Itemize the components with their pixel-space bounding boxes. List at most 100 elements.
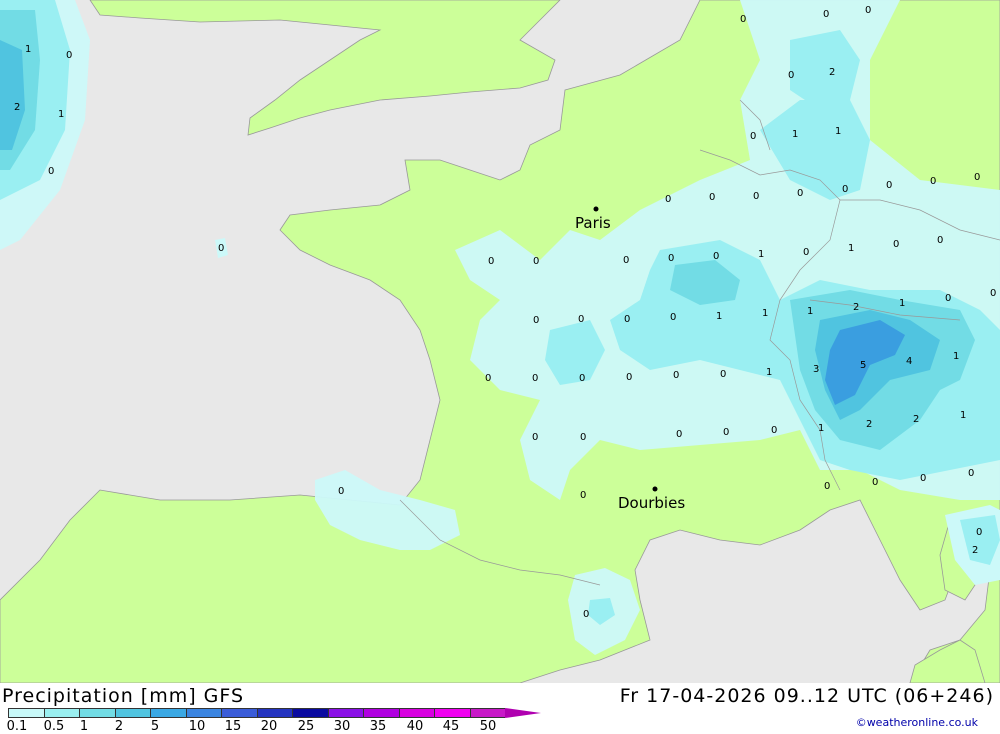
value-label: 1 bbox=[762, 308, 768, 319]
value-label: 0 bbox=[533, 315, 539, 326]
city-marker bbox=[652, 486, 658, 492]
value-label: 1 bbox=[960, 410, 966, 421]
value-label: 2 bbox=[853, 302, 859, 313]
value-label: 1 bbox=[848, 243, 854, 254]
scale-tick: 2 bbox=[114, 719, 124, 734]
value-label: 0 bbox=[709, 192, 715, 203]
value-label: 0 bbox=[920, 473, 926, 484]
value-label: 0 bbox=[580, 432, 586, 443]
value-label: 0 bbox=[823, 9, 829, 20]
value-label: 0 bbox=[676, 429, 682, 440]
value-label: 1 bbox=[807, 306, 813, 317]
scale-cell bbox=[363, 708, 399, 718]
scale-cell bbox=[79, 708, 115, 718]
value-label: 0 bbox=[788, 70, 794, 81]
value-label: 1 bbox=[58, 109, 64, 120]
value-label: 0 bbox=[578, 314, 584, 325]
value-label: 0 bbox=[580, 490, 586, 501]
city-marker bbox=[593, 206, 599, 212]
value-label: 2 bbox=[913, 414, 919, 425]
value-label: 2 bbox=[972, 545, 978, 556]
value-label: 1 bbox=[899, 298, 905, 309]
value-label: 0 bbox=[976, 527, 982, 538]
value-label: 0 bbox=[937, 235, 943, 246]
scale-tick: 40 bbox=[406, 719, 424, 734]
value-label: 0 bbox=[803, 247, 809, 258]
value-label: 0 bbox=[533, 256, 539, 267]
value-label: 0 bbox=[824, 481, 830, 492]
value-label: 0 bbox=[974, 172, 980, 183]
value-label: 0 bbox=[218, 243, 224, 254]
value-label: 0 bbox=[990, 288, 996, 299]
value-label: 0 bbox=[66, 50, 72, 61]
value-label: 0 bbox=[665, 194, 671, 205]
value-label: 0 bbox=[583, 609, 589, 620]
city-label: Paris bbox=[575, 214, 611, 232]
value-label: 0 bbox=[713, 251, 719, 262]
value-label: 0 bbox=[750, 131, 756, 142]
scale-cell bbox=[150, 708, 186, 718]
scale-cell bbox=[327, 708, 363, 718]
scale-tick: 45 bbox=[442, 719, 460, 734]
scale-cell bbox=[114, 708, 150, 718]
value-label: 1 bbox=[766, 367, 772, 378]
value-label: 0 bbox=[668, 253, 674, 264]
value-label: 0 bbox=[338, 486, 344, 497]
legend-title: Precipitation [mm] GFS bbox=[2, 685, 245, 707]
scale-tick: 5 bbox=[150, 719, 160, 734]
value-label: 0 bbox=[626, 372, 632, 383]
value-label: 0 bbox=[842, 184, 848, 195]
value-label: 1 bbox=[792, 129, 798, 140]
value-label: 2 bbox=[866, 419, 872, 430]
value-label: 1 bbox=[953, 351, 959, 362]
value-label: 0 bbox=[945, 293, 951, 304]
scale-tick: 50 bbox=[479, 719, 497, 734]
scale-cell bbox=[398, 708, 434, 718]
scale-ticks: 0.1 0.5 1 2 5 10 15 20 25 30 35 40 45 50 bbox=[0, 719, 520, 734]
value-label: 5 bbox=[860, 360, 866, 371]
legend: Precipitation [mm] GFS Fr 17-04-2026 09.… bbox=[0, 683, 1000, 734]
value-label: 0 bbox=[886, 180, 892, 191]
value-label: 0 bbox=[968, 468, 974, 479]
value-label: 1 bbox=[835, 126, 841, 137]
value-label: 1 bbox=[818, 423, 824, 434]
scale-tick: 35 bbox=[369, 719, 387, 734]
value-label: 2 bbox=[14, 102, 20, 113]
value-label: 1 bbox=[25, 44, 31, 55]
value-label: 1 bbox=[758, 249, 764, 260]
value-label: 0 bbox=[670, 312, 676, 323]
scale-tick: 30 bbox=[333, 719, 351, 734]
scale-tick: 1 bbox=[79, 719, 89, 734]
precipitation-map: Paris Dourbies 0 1 2 1 0 0 0 2 0 1 1 0 0… bbox=[0, 0, 1000, 683]
value-label: 0 bbox=[485, 373, 491, 384]
credit-link[interactable]: ©weatheronline.co.uk bbox=[856, 716, 978, 729]
value-label: 0 bbox=[720, 369, 726, 380]
scale-cell bbox=[43, 708, 79, 718]
scale-tick: 20 bbox=[260, 719, 278, 734]
value-label: 0 bbox=[579, 373, 585, 384]
value-label: 0 bbox=[723, 427, 729, 438]
scale-cell bbox=[469, 708, 505, 718]
value-label: 0 bbox=[532, 373, 538, 384]
value-label: 0 bbox=[623, 255, 629, 266]
scale-cell bbox=[8, 708, 44, 718]
value-label: 0 bbox=[488, 256, 494, 267]
scale-tick: 15 bbox=[224, 719, 242, 734]
scale-arrow bbox=[505, 708, 541, 718]
value-label: 0 bbox=[865, 5, 871, 16]
value-label: 0 bbox=[771, 425, 777, 436]
scale-cell bbox=[256, 708, 292, 718]
value-label: 0 bbox=[48, 166, 54, 177]
color-scale bbox=[8, 708, 541, 719]
value-label: 2 bbox=[829, 67, 835, 78]
value-label: 0 bbox=[797, 188, 803, 199]
value-label: 0 bbox=[624, 314, 630, 325]
scale-tick: 0.1 bbox=[6, 719, 28, 734]
scale-tick: 10 bbox=[188, 719, 206, 734]
value-label: 3 bbox=[813, 364, 819, 375]
value-label: 0 bbox=[893, 239, 899, 250]
valid-time: Fr 17-04-2026 09..12 UTC (06+246) bbox=[619, 685, 994, 707]
value-label: 0 bbox=[930, 176, 936, 187]
scale-cell bbox=[221, 708, 257, 718]
value-label: 0 bbox=[753, 191, 759, 202]
